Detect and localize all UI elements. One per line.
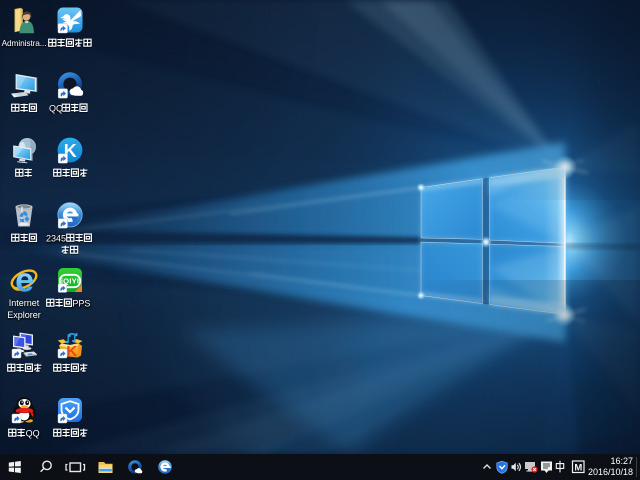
svg-text:PPS: PPS xyxy=(72,298,90,308)
svg-text:QQ: QQ xyxy=(25,428,39,438)
svg-text:M: M xyxy=(574,462,582,473)
svg-text:QQ: QQ xyxy=(49,103,63,113)
svg-text:2345: 2345 xyxy=(46,233,66,243)
svg-text:K: K xyxy=(66,343,77,359)
